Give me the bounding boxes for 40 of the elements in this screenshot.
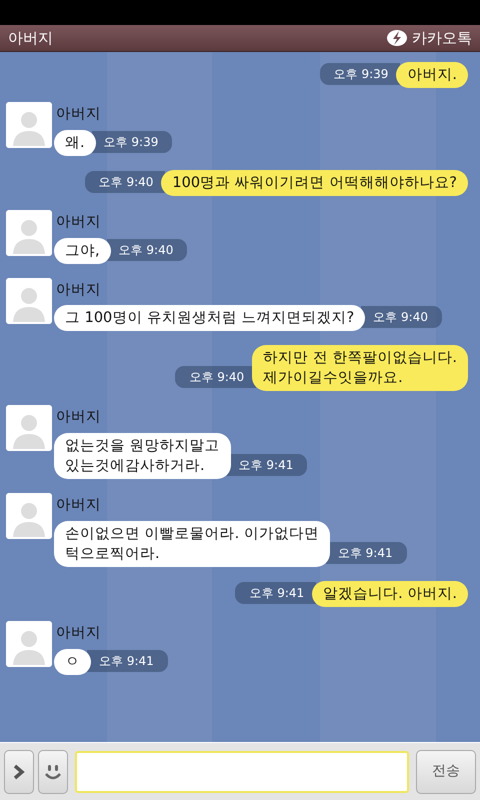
emoticon-button[interactable]: [38, 750, 68, 794]
avatar-icon: [6, 493, 52, 539]
message-time: 오후 9:39: [320, 63, 400, 85]
message-time: 오후 9:40: [175, 366, 256, 388]
app-name: 카카오톡: [412, 28, 472, 49]
message-input[interactable]: [75, 750, 409, 792]
message-bubble: 알겠습니다. 아버지.: [312, 580, 468, 607]
message-time: 오후 9:41: [235, 582, 316, 604]
message-bubble: 없는것을 원망하지말고 있는것에감사하거라.: [54, 433, 231, 479]
message-bubble: ㅇ: [54, 648, 91, 674]
sender-name: 아버지: [55, 105, 102, 124]
message-bubble: 아버지.: [396, 62, 468, 88]
message-bubble: 왜.: [54, 130, 96, 156]
avatar-icon: [6, 620, 52, 667]
sender-name: 아버지: [55, 212, 102, 232]
message-time: 오후 9:41: [226, 454, 308, 476]
chat-title: 아버지: [8, 28, 53, 49]
chevron-icon: [12, 762, 26, 780]
sender-name: 아버지: [55, 280, 102, 300]
message-time: 오후 9:41: [326, 542, 407, 564]
message-time: 오후 9:39: [92, 130, 172, 153]
sender-name: 아버지: [55, 408, 102, 428]
sender-name: 아버지: [55, 496, 102, 515]
message-time: 오후 9:41: [87, 650, 168, 672]
avatar-icon: [6, 210, 52, 256]
avatar-icon: [6, 405, 52, 452]
message-bubble: 하지만 전 한쪽팔이없습니다. 제가이길수잇을까요.: [252, 345, 468, 392]
send-button[interactable]: 전송: [416, 750, 476, 794]
expand-button[interactable]: [4, 750, 34, 794]
lightning-icon: [386, 29, 408, 47]
message-bubble: 손이없으면 이빨로물어라. 이가없다면 턱으로찍어라.: [54, 520, 330, 567]
message-bubble: 100명과 싸워이기려면 어떡해해야하나요?: [161, 170, 468, 196]
sender-name: 아버지: [55, 624, 102, 643]
avatar-icon: [6, 102, 52, 148]
avatar-icon: [6, 278, 52, 324]
message-time: 오후 9:40: [106, 238, 188, 260]
message-bubble: 그야,: [54, 238, 111, 264]
message-bubble: 그 100명이 유치원생처럼 느껴지면되겠지?: [54, 305, 366, 332]
message-time: 오후 9:40: [361, 306, 442, 328]
message-time: 오후 9:40: [84, 170, 166, 193]
